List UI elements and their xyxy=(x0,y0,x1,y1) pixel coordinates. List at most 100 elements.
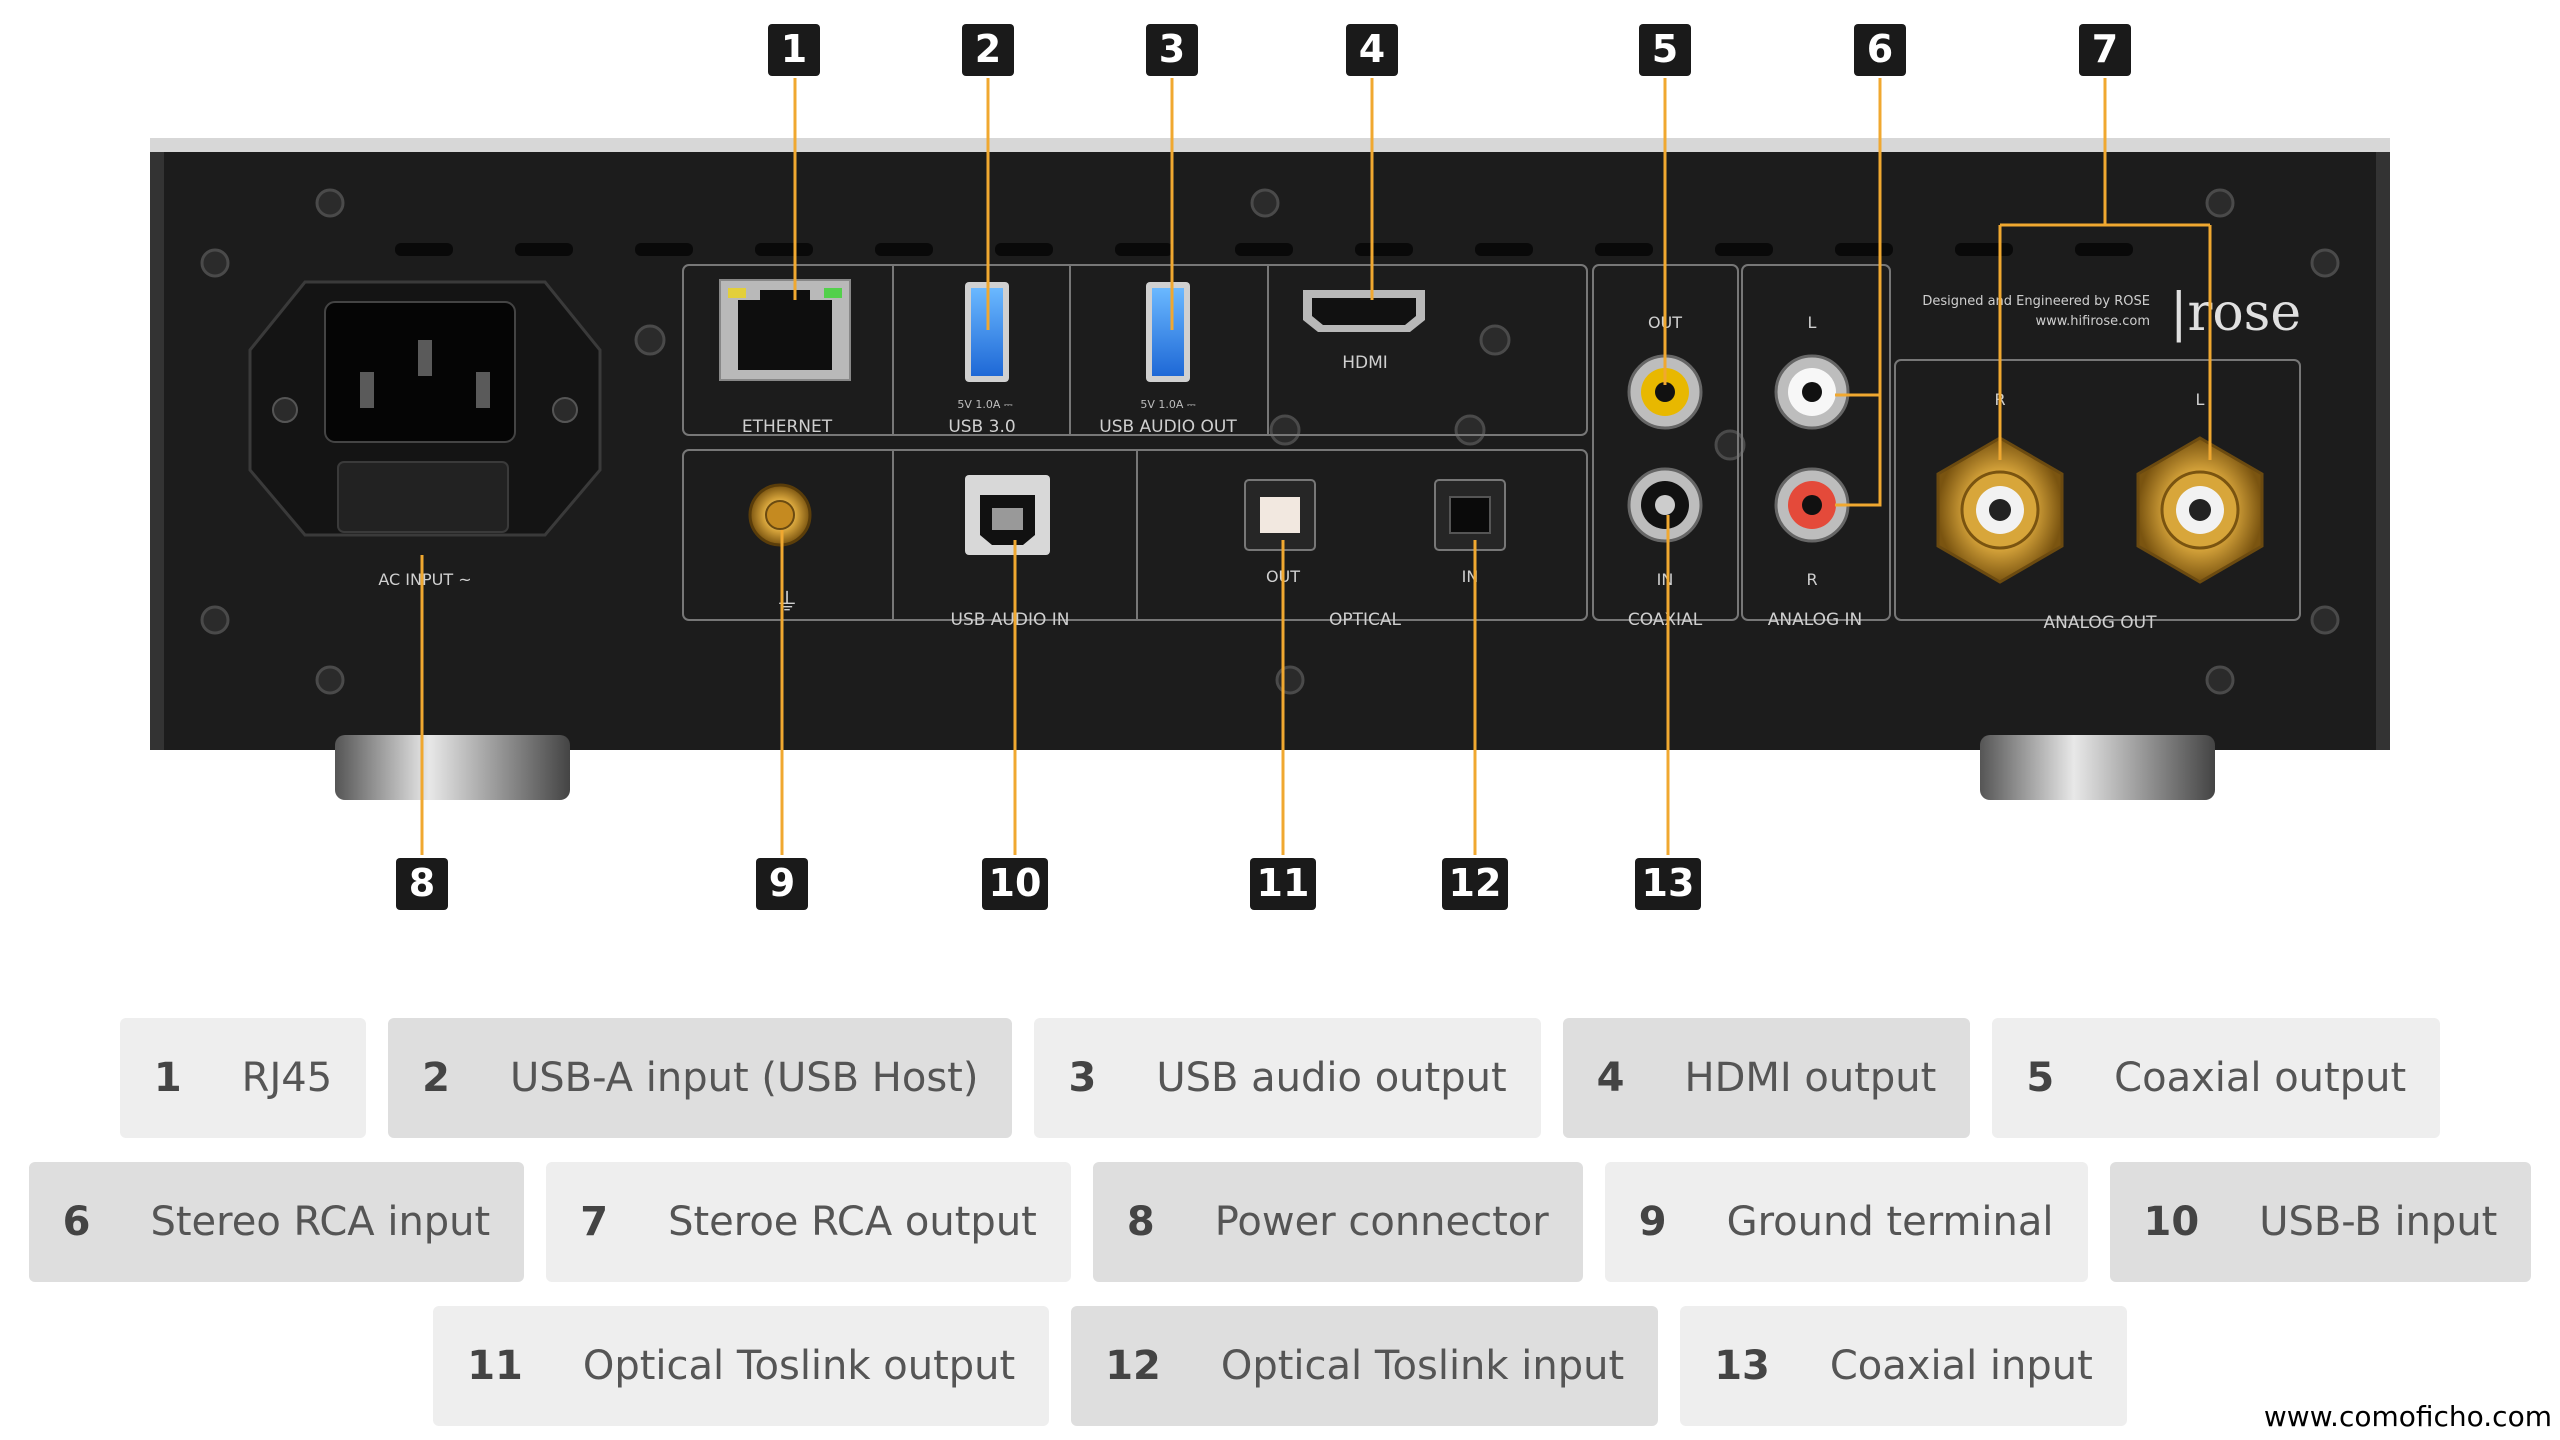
callout-text-9: 9 xyxy=(769,861,795,905)
brand-line-2: www.hifirose.com xyxy=(2035,314,2150,329)
usb-b-port xyxy=(965,475,1050,555)
coax-in-label: IN xyxy=(1657,570,1674,589)
analog-in-l-label: L xyxy=(1808,313,1817,332)
analog-out-label: ANALOG OUT xyxy=(2043,613,2157,633)
legend-label: USB-A input (USB Host) xyxy=(510,1055,979,1101)
callout-badge-5: 5 xyxy=(1639,24,1691,76)
legend-label: HDMI output xyxy=(1684,1055,1937,1101)
legend-number: 3 xyxy=(1068,1055,1097,1101)
usb-spec-2: 5V 1.0A ⎓ xyxy=(1140,398,1196,411)
legend-row-2: 6 Stereo RCA input 7 Steroe RCA output 8… xyxy=(0,1162,2560,1282)
legend-label: Power connector xyxy=(1214,1199,1549,1245)
legend-item-3: 3 USB audio output xyxy=(1034,1018,1541,1138)
callout-text-10: 10 xyxy=(989,861,1042,905)
chassis-right-edge xyxy=(2376,152,2390,750)
legend-row-1: 1 RJ45 2 USB-A input (USB Host) 3 USB au… xyxy=(0,1018,2560,1138)
legend-number: 10 xyxy=(2143,1199,2200,1245)
left-foot xyxy=(335,735,570,800)
callout-text-7: 7 xyxy=(2092,27,2118,71)
callout-badge-7: 7 xyxy=(2079,24,2131,76)
callout-text-2: 2 xyxy=(975,27,1001,71)
chassis-left-edge xyxy=(150,152,164,750)
brand-line-1: Designed and Engineered by ROSE xyxy=(1922,294,2150,309)
legend-item-2: 2 USB-A input (USB Host) xyxy=(388,1018,1013,1138)
analog-in-l-jack xyxy=(1774,354,1850,430)
usb-spec-1: 5V 1.0A ⎓ xyxy=(957,398,1013,411)
legend-number: 8 xyxy=(1126,1199,1155,1245)
legend-number: 6 xyxy=(62,1199,91,1245)
callout-badge-13: 13 xyxy=(1635,858,1701,910)
usb-audio-out-port xyxy=(1146,282,1190,382)
callout-text-1: 1 xyxy=(781,27,807,71)
legend-number: 9 xyxy=(1638,1199,1667,1245)
analog-in-r-label: R xyxy=(1806,570,1817,589)
callout-badge-4: 4 xyxy=(1346,24,1398,76)
legend-number: 5 xyxy=(2026,1055,2055,1101)
analog-in-label: ANALOG IN xyxy=(1768,610,1863,630)
legend-item-8: 8 Power connector xyxy=(1092,1162,1583,1282)
legend-item-10: 10 USB-B input xyxy=(2109,1162,2532,1282)
legend-label: Ground terminal xyxy=(1726,1199,2054,1245)
ethernet-label: ETHERNET xyxy=(742,417,833,437)
callout-badge-3: 3 xyxy=(1146,24,1198,76)
legend-label: Steroe RCA output xyxy=(668,1199,1037,1245)
legend-number: 12 xyxy=(1105,1343,1161,1389)
legend-row-3: 11 Optical Toslink output 12 Optical Tos… xyxy=(0,1306,2560,1426)
callout-text-12: 12 xyxy=(1449,861,1502,905)
legend-label: Stereo RCA input xyxy=(150,1199,491,1245)
legend-item-11: 11 Optical Toslink output xyxy=(433,1306,1050,1426)
analog-out-l-label: L xyxy=(2196,390,2205,409)
legend-item-7: 7 Steroe RCA output xyxy=(546,1162,1071,1282)
callout-text-8: 8 xyxy=(409,861,435,905)
legend-item-13: 13 Coaxial input xyxy=(1680,1306,2127,1426)
vent-slots xyxy=(395,243,2133,256)
legend-number: 2 xyxy=(422,1055,451,1101)
coax-in-jack xyxy=(1627,467,1703,543)
usb-audio-in-label: USB AUDIO IN xyxy=(951,610,1070,630)
callout-text-6: 6 xyxy=(1867,27,1893,71)
legend-number: 13 xyxy=(1714,1343,1770,1389)
callout-badge-12: 12 xyxy=(1442,858,1508,910)
brand-logo: |rose xyxy=(2170,283,2301,343)
ac-input-label: AC INPUT ~ xyxy=(378,570,471,589)
legend-number: 1 xyxy=(153,1055,182,1101)
legend-item-1: 1 RJ45 xyxy=(119,1018,367,1138)
callout-badge-2: 2 xyxy=(962,24,1014,76)
callout-text-3: 3 xyxy=(1159,27,1185,71)
legend-label: Coaxial input xyxy=(1829,1343,2093,1389)
legend-label: Coaxial output xyxy=(2114,1055,2407,1101)
callout-badge-6: 6 xyxy=(1854,24,1906,76)
legend-label: Optical Toslink input xyxy=(1220,1343,1625,1389)
legend-label: USB-B input xyxy=(2259,1199,2498,1245)
callout-text-13: 13 xyxy=(1642,861,1695,905)
callout-badge-9: 9 xyxy=(756,858,808,910)
callout-text-11: 11 xyxy=(1257,861,1310,905)
callout-text-4: 4 xyxy=(1359,27,1385,71)
legend-label: Optical Toslink output xyxy=(582,1343,1016,1389)
legend-number: 7 xyxy=(580,1199,609,1245)
optical-out-port xyxy=(1244,479,1316,551)
optical-in-port xyxy=(1434,479,1506,551)
callout-badge-1: 1 xyxy=(768,24,820,76)
usb30-label: USB 3.0 xyxy=(948,417,1015,437)
legend-number: 11 xyxy=(467,1343,523,1389)
legend-number: 4 xyxy=(1596,1055,1625,1101)
ethernet-port xyxy=(719,279,851,381)
legend-item-4: 4 HDMI output xyxy=(1562,1018,1971,1138)
coaxial-label: COAXIAL xyxy=(1628,610,1703,630)
right-foot xyxy=(1980,735,2215,800)
legend-item-6: 6 Stereo RCA input xyxy=(28,1162,525,1282)
hdmi-label: HDMI xyxy=(1342,353,1388,373)
source-credit: www.comoficho.com xyxy=(2263,1400,2552,1433)
device-rear-panel-diagram: AC INPUT ~ ETHERNET 5V 1.0A ⎓ USB 3.0 5V… xyxy=(150,24,2390,910)
legend-label: USB audio output xyxy=(1156,1055,1507,1101)
callout-badge-8: 8 xyxy=(396,858,448,910)
svg-text:⏚: ⏚ xyxy=(775,588,799,616)
optical-label: OPTICAL xyxy=(1329,610,1402,630)
usb-audio-out-label: USB AUDIO OUT xyxy=(1099,417,1237,437)
callout-badge-10: 10 xyxy=(982,858,1048,910)
chassis-top-edge xyxy=(150,138,2390,154)
ac-inlet xyxy=(248,280,602,537)
callout-text-5: 5 xyxy=(1652,27,1678,71)
legend-label: RJ45 xyxy=(241,1055,333,1101)
